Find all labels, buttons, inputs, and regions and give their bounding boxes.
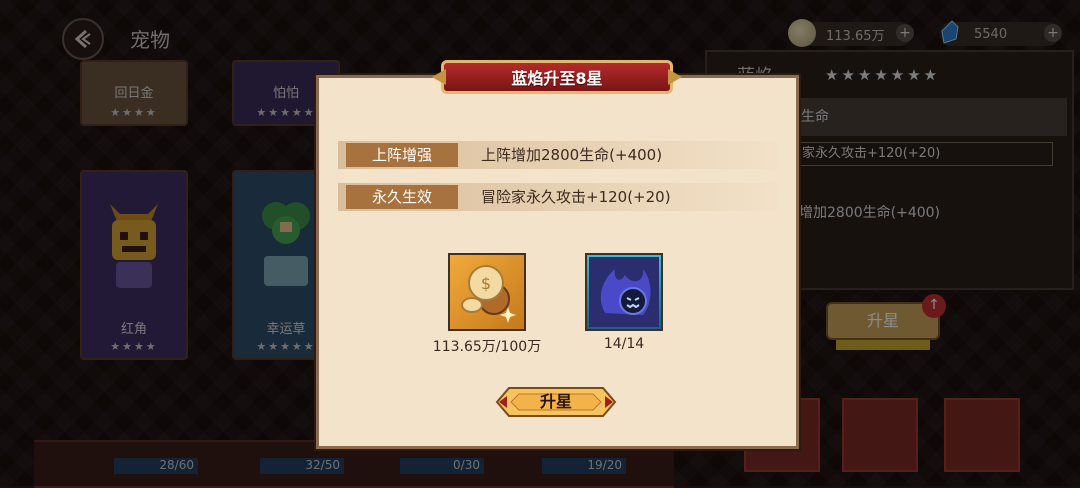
upgrade-star-label: 升星 <box>539 392 572 411</box>
dialog-title: 蓝焰升至8星 <box>511 69 603 88</box>
effect-row-permanent: 永久生效 冒险家永久攻击+120(+20) <box>338 183 778 211</box>
blue-flame-soul-icon <box>589 257 659 327</box>
svg-text:$: $ <box>481 274 491 293</box>
effect-tag: 永久生效 <box>346 185 458 209</box>
soul-cost-item[interactable] <box>585 253 663 331</box>
effect-text: 冒险家永久攻击+120(+20) <box>481 188 671 206</box>
coin-cost-count: 113.65万/100万 <box>432 339 542 355</box>
effect-text: 上阵增加2800生命(+400) <box>481 146 663 164</box>
coin-pile-icon: $ <box>461 265 516 323</box>
upgrade-star-button[interactable]: 升星 <box>495 384 617 420</box>
effect-tag: 上阵增强 <box>346 143 458 167</box>
coin-cost-item[interactable]: $ <box>448 253 526 331</box>
dialog-title-plate: 蓝焰升至8星 <box>441 60 673 94</box>
soul-cost-count: 14/14 <box>603 336 645 352</box>
effect-row-deploy: 上阵增强 上阵增加2800生命(+400) <box>338 141 778 169</box>
